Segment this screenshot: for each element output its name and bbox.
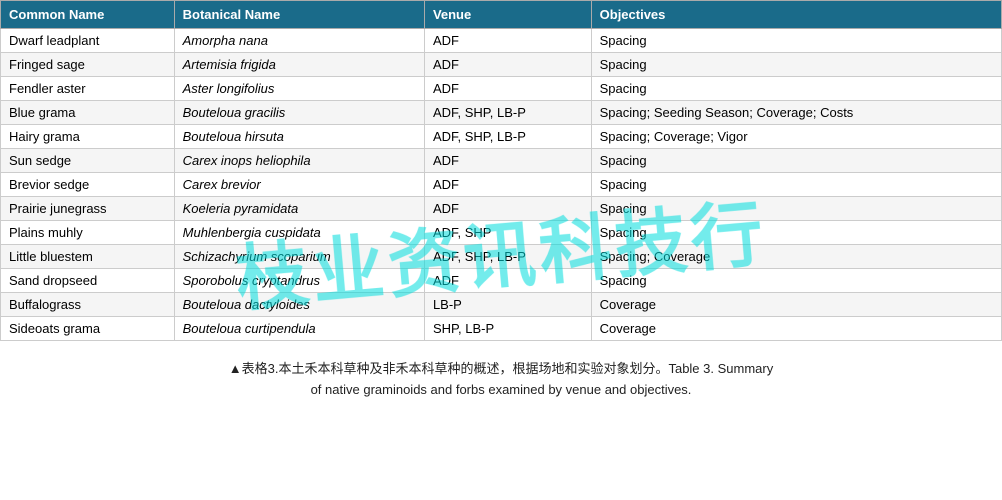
table-cell: Prairie junegrass: [1, 197, 175, 221]
table-cell: LB-P: [424, 293, 591, 317]
table-cell: ADF, SHP, LB-P: [424, 125, 591, 149]
table-cell: ADF: [424, 29, 591, 53]
table-cell: Spacing: [591, 149, 1001, 173]
table-cell: Blue grama: [1, 101, 175, 125]
table-cell: Spacing; Coverage; Vigor: [591, 125, 1001, 149]
table-cell: ADF, SHP, LB-P: [424, 101, 591, 125]
table-cell: Coverage: [591, 317, 1001, 341]
table-cell: SHP, LB-P: [424, 317, 591, 341]
table-row: Plains muhlyMuhlenbergia cuspidataADF, S…: [1, 221, 1002, 245]
table-cell: Spacing; Coverage: [591, 245, 1001, 269]
table-row: Sideoats gramaBouteloua curtipendulaSHP,…: [1, 317, 1002, 341]
table-row: Prairie junegrassKoeleria pyramidataADFS…: [1, 197, 1002, 221]
table-row: Sand dropseedSporobolus cryptandrusADFSp…: [1, 269, 1002, 293]
table-cell: Sporobolus cryptandrus: [174, 269, 424, 293]
table-cell: Bouteloua curtipendula: [174, 317, 424, 341]
table-cell: Spacing: [591, 53, 1001, 77]
col-header-common-name: Common Name: [1, 1, 175, 29]
table-row: Little bluestemSchizachyrium scopariumAD…: [1, 245, 1002, 269]
col-header-venue: Venue: [424, 1, 591, 29]
col-header-objectives: Objectives: [591, 1, 1001, 29]
table-cell: ADF: [424, 53, 591, 77]
table-cell: ADF, SHP, LB-P: [424, 245, 591, 269]
main-table: Common Name Botanical Name Venue Objecti…: [0, 0, 1002, 341]
table-cell: ADF: [424, 149, 591, 173]
table-row: Fendler asterAster longifoliusADFSpacing: [1, 77, 1002, 101]
table-row: Sun sedgeCarex inops heliophilaADFSpacin…: [1, 149, 1002, 173]
table-cell: Fringed sage: [1, 53, 175, 77]
table-row: Fringed sageArtemisia frigidaADFSpacing: [1, 53, 1002, 77]
table-cell: Spacing; Seeding Season; Coverage; Costs: [591, 101, 1001, 125]
table-cell: Plains muhly: [1, 221, 175, 245]
table-cell: Koeleria pyramidata: [174, 197, 424, 221]
table-header-row: Common Name Botanical Name Venue Objecti…: [1, 1, 1002, 29]
caption-line2: of native graminoids and forbs examined …: [20, 380, 982, 401]
table-cell: ADF: [424, 269, 591, 293]
page-container: Common Name Botanical Name Venue Objecti…: [0, 0, 1002, 411]
table-cell: Muhlenbergia cuspidata: [174, 221, 424, 245]
table-cell: Buffalograss: [1, 293, 175, 317]
table-row: Blue gramaBouteloua gracilisADF, SHP, LB…: [1, 101, 1002, 125]
table-cell: Little bluestem: [1, 245, 175, 269]
table-cell: ADF: [424, 197, 591, 221]
caption-line1: ▲表格3.本土禾本科草种及非禾本科草种的概述，根据场地和实验对象划分。Table…: [20, 359, 982, 380]
table-cell: Spacing: [591, 77, 1001, 101]
table-cell: Sun sedge: [1, 149, 175, 173]
table-cell: Carex brevior: [174, 173, 424, 197]
table-cell: Amorpha nana: [174, 29, 424, 53]
table-cell: Spacing: [591, 197, 1001, 221]
col-header-botanical-name: Botanical Name: [174, 1, 424, 29]
table-cell: Bouteloua dactyloides: [174, 293, 424, 317]
table-cell: Artemisia frigida: [174, 53, 424, 77]
table-cell: Carex inops heliophila: [174, 149, 424, 173]
table-cell: Hairy grama: [1, 125, 175, 149]
table-cell: Spacing: [591, 29, 1001, 53]
table-cell: Schizachyrium scoparium: [174, 245, 424, 269]
table-cell: ADF, SHP: [424, 221, 591, 245]
table-cell: ADF: [424, 173, 591, 197]
table-cell: Bouteloua gracilis: [174, 101, 424, 125]
table-cell: Sideoats grama: [1, 317, 175, 341]
table-cell: Spacing: [591, 173, 1001, 197]
table-row: Brevior sedgeCarex breviorADFSpacing: [1, 173, 1002, 197]
table-cell: Spacing: [591, 269, 1001, 293]
table-cell: Fendler aster: [1, 77, 175, 101]
table-cell: Coverage: [591, 293, 1001, 317]
table-row: Dwarf leadplantAmorpha nanaADFSpacing: [1, 29, 1002, 53]
table-cell: Dwarf leadplant: [1, 29, 175, 53]
table-cell: Spacing: [591, 221, 1001, 245]
table-cell: ADF: [424, 77, 591, 101]
table-row: BuffalograssBouteloua dactyloidesLB-PCov…: [1, 293, 1002, 317]
table-cell: Bouteloua hirsuta: [174, 125, 424, 149]
table-cell: Sand dropseed: [1, 269, 175, 293]
caption-area: ▲表格3.本土禾本科草种及非禾本科草种的概述，根据场地和实验对象划分。Table…: [0, 341, 1002, 411]
table-row: Hairy gramaBouteloua hirsutaADF, SHP, LB…: [1, 125, 1002, 149]
table-cell: Aster longifolius: [174, 77, 424, 101]
table-cell: Brevior sedge: [1, 173, 175, 197]
